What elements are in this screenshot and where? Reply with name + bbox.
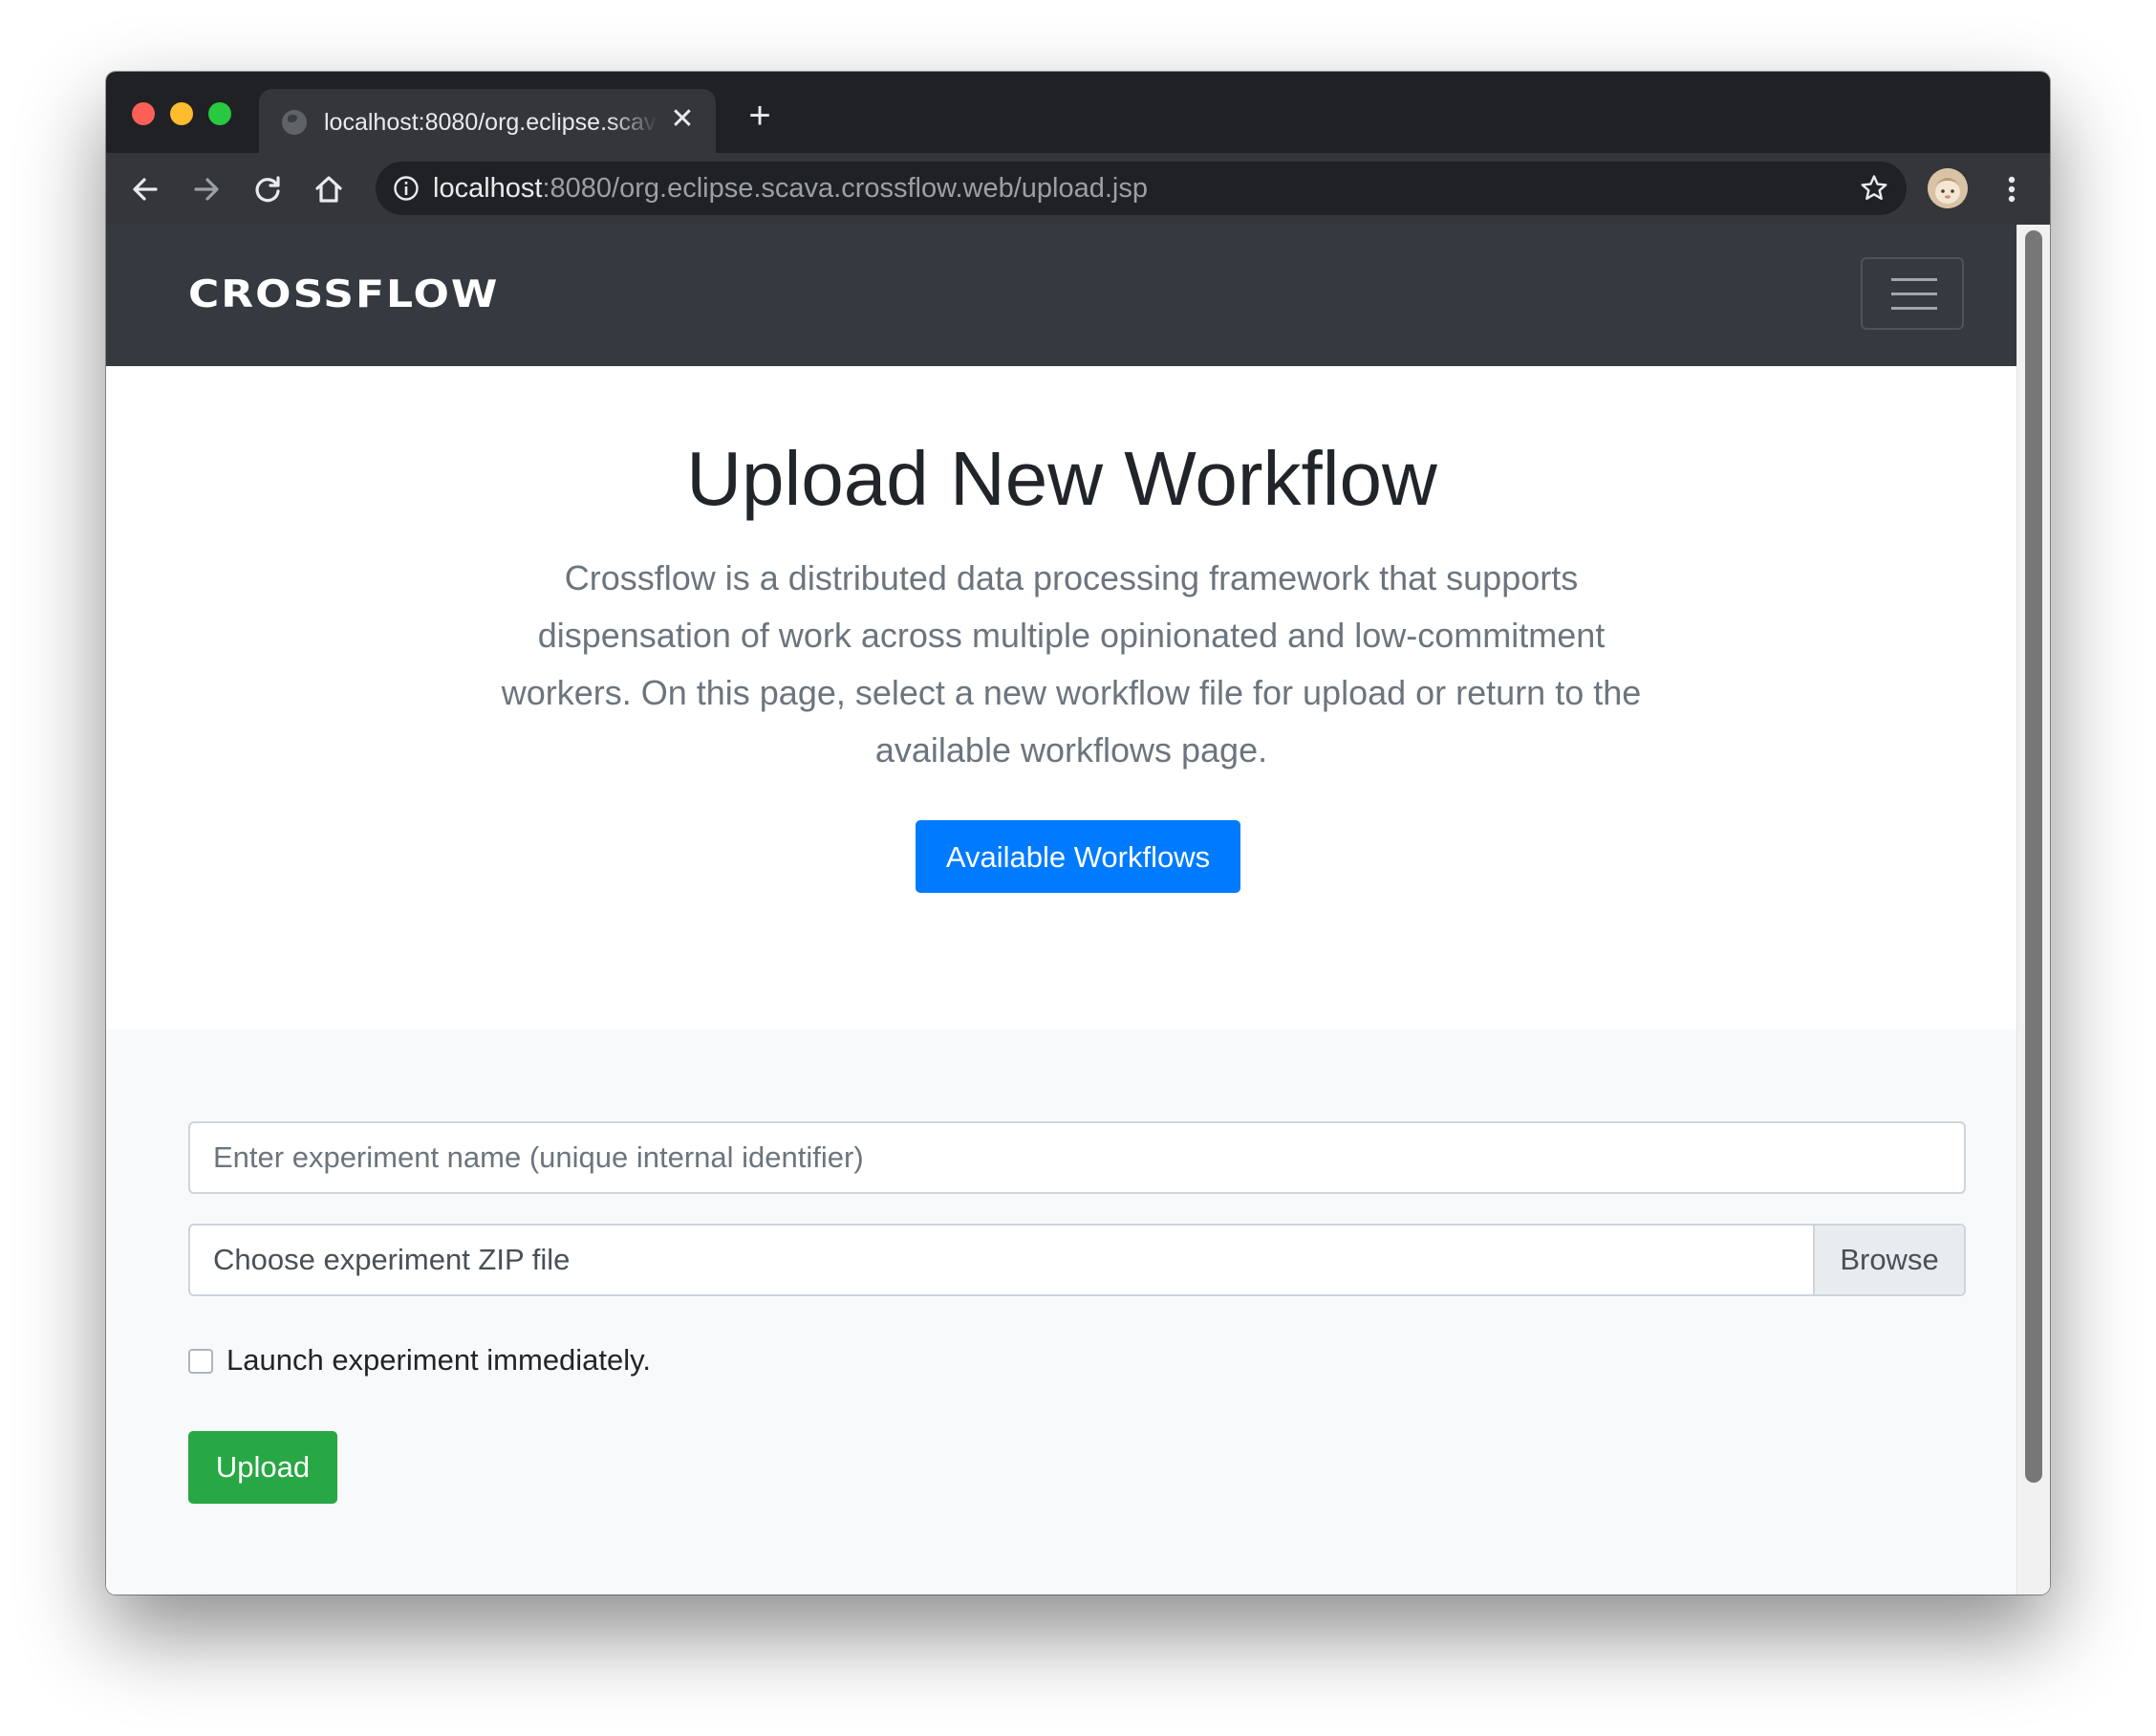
- lead-paragraph: Crossflow is a distributed data processi…: [501, 558, 1642, 770]
- minimize-window-button[interactable]: [170, 102, 193, 125]
- url-text: localhost:8080/org.eclipse.scava.crossfl…: [433, 173, 1148, 205]
- launch-immediately-label[interactable]: Launch experiment immediately.: [226, 1343, 651, 1378]
- browser-toolbar: localhost:8080/org.eclipse.scava.crossfl…: [106, 153, 2050, 225]
- brand-logo[interactable]: CROSSFLOW: [188, 272, 499, 316]
- page-scrollbar[interactable]: [2016, 225, 2050, 1595]
- hamburger-icon: [1891, 293, 1937, 295]
- experiment-file-input[interactable]: Choose experiment ZIP file Browse: [188, 1224, 1966, 1296]
- hamburger-icon: [1891, 278, 1937, 281]
- site-navbar: CROSSFLOW: [106, 225, 2017, 366]
- page-viewport: CROSSFLOW Upload New Workflow Crossflow …: [106, 225, 2050, 1595]
- address-bar[interactable]: localhost:8080/org.eclipse.scava.crossfl…: [376, 162, 1907, 215]
- new-tab-button[interactable]: +: [741, 97, 779, 135]
- browser-window: localhost:8080/org.eclipse.scava.crossfl…: [106, 72, 2050, 1595]
- more-menu-icon[interactable]: [1993, 170, 2031, 208]
- file-input-label: Choose experiment ZIP file: [213, 1243, 571, 1276]
- back-arrow-icon[interactable]: [127, 171, 163, 207]
- page-title: Upload New Workflow: [686, 436, 1437, 521]
- navbar-toggler-button[interactable]: [1861, 257, 1964, 330]
- url-path: :8080/org.eclipse.scava.crossflow.web/up…: [542, 173, 1148, 204]
- tab-close-icon[interactable]: ✕: [668, 105, 697, 134]
- close-window-button[interactable]: [132, 102, 155, 125]
- tab-title: localhost:8080/org.eclipse.scava.crossfl…: [324, 109, 658, 136]
- profile-face-icon: [1928, 168, 1968, 208]
- browse-button[interactable]: Browse: [1813, 1226, 1964, 1294]
- browser-tab[interactable]: localhost:8080/org.eclipse.scava.crossfl…: [259, 89, 716, 153]
- launch-immediately-checkbox[interactable]: [188, 1349, 213, 1374]
- available-workflows-button[interactable]: Available Workflows: [916, 820, 1240, 893]
- site-info-icon[interactable]: [393, 175, 420, 202]
- profile-avatar[interactable]: [1928, 168, 1968, 208]
- tab-strip: localhost:8080/org.eclipse.scava.crossfl…: [106, 72, 2050, 153]
- upload-form: Enter experiment name (unique internal i…: [106, 1030, 2017, 1595]
- globe-icon: [282, 110, 307, 135]
- hamburger-icon: [1891, 307, 1937, 310]
- home-icon[interactable]: [311, 171, 347, 207]
- upload-button[interactable]: Upload: [188, 1431, 337, 1504]
- url-host: localhost: [433, 173, 543, 204]
- bookmark-star-icon[interactable]: [1859, 173, 1889, 204]
- scrollbar-thumb[interactable]: [2025, 230, 2042, 1483]
- experiment-name-input[interactable]: Enter experiment name (unique internal i…: [188, 1121, 1966, 1194]
- reload-icon[interactable]: [249, 171, 286, 207]
- hero-section: Upload New Workflow Crossflow is a distr…: [106, 366, 2017, 1030]
- maximize-window-button[interactable]: [208, 102, 231, 125]
- forward-arrow-icon[interactable]: [188, 171, 225, 207]
